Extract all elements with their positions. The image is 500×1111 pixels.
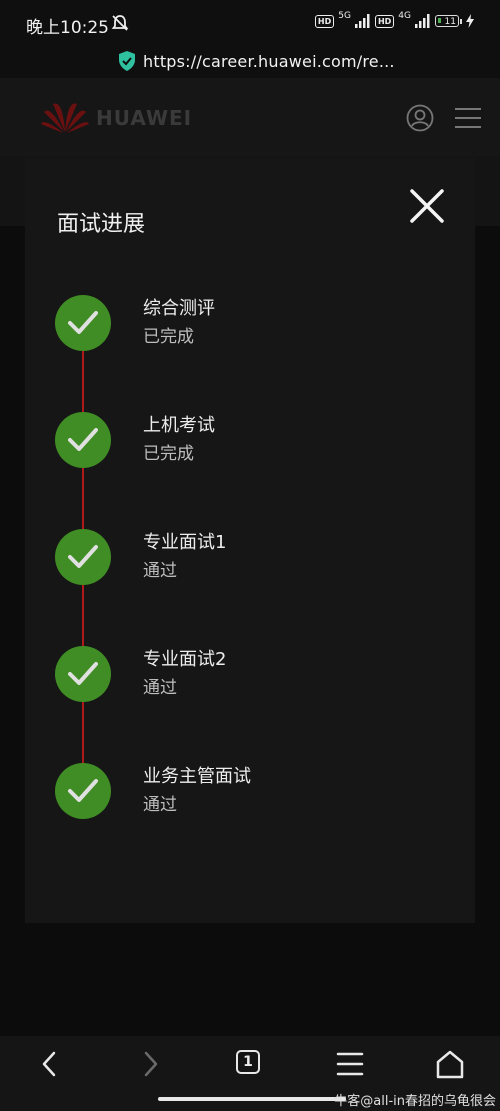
status-indicators: HD 5G HD 4G 11 <box>314 11 474 28</box>
battery-icon: 11 <box>435 15 462 27</box>
tabs-button[interactable]: 1 <box>236 1050 260 1074</box>
home-icon[interactable] <box>430 1048 470 1080</box>
step-status: 通过 <box>143 795 177 815</box>
progress-step: 综合测评 已完成 <box>55 295 455 355</box>
status-bar: 晚上10:25 HD 5G HD 4G 11 <box>0 0 500 48</box>
step-title: 综合测评 <box>143 298 215 319</box>
step-status: 通过 <box>143 561 177 581</box>
step-title: 上机考试 <box>143 415 215 436</box>
user-icon[interactable] <box>406 104 434 132</box>
page: 晚上10:25 HD 5G HD 4G 11 https://career.hu… <box>0 0 500 1111</box>
progress-step: 专业面试1 通过 <box>55 529 455 589</box>
back-icon[interactable] <box>30 1048 70 1080</box>
progress-step: 业务主管面试 通过 <box>55 763 455 823</box>
secure-shield-icon <box>119 51 135 71</box>
check-circle-icon <box>55 529 111 585</box>
check-circle-icon <box>55 646 111 702</box>
check-circle-icon <box>55 295 111 351</box>
huawei-logo-icon <box>41 103 89 133</box>
bell-muted-icon <box>111 15 129 31</box>
charging-icon <box>466 14 474 28</box>
progress-step: 专业面试2 通过 <box>55 646 455 706</box>
network-5g-label: 5G <box>338 11 351 21</box>
check-circle-icon <box>55 763 111 819</box>
menu-icon[interactable] <box>454 106 482 130</box>
hd-badge: HD <box>314 14 335 28</box>
step-title: 业务主管面试 <box>143 766 251 787</box>
menu-lines-icon[interactable] <box>330 1048 370 1080</box>
hd-badge-2: HD <box>374 14 395 28</box>
site-header: HUAWEI <box>0 78 500 156</box>
status-time: 晚上10:25 <box>26 18 109 38</box>
step-title: 专业面试1 <box>143 532 227 553</box>
address-bar[interactable]: https://career.huawei.com/re... <box>0 48 500 78</box>
step-status: 已完成 <box>143 327 194 347</box>
check-circle-icon <box>55 412 111 468</box>
url-text[interactable]: https://career.huawei.com/re... <box>143 52 395 71</box>
step-title: 专业面试2 <box>143 649 227 670</box>
interview-progress-modal: 面试进展 综合测评 已完成 上机考试 已完成 专业面试1 通过 专业面试2 通过… <box>25 158 475 923</box>
network-4g-label: 4G <box>398 11 411 21</box>
progress-step: 上机考试 已完成 <box>55 412 455 472</box>
signal-icon <box>354 14 370 28</box>
modal-title: 面试进展 <box>57 212 146 237</box>
battery-level: 11 <box>444 17 456 27</box>
logo-text: HUAWEI <box>96 106 193 130</box>
signal-icon-2 <box>415 14 430 28</box>
close-icon[interactable] <box>409 188 445 224</box>
step-status: 通过 <box>143 678 177 698</box>
home-indicator[interactable] <box>158 1097 346 1101</box>
watermark: 牛客@all-in春招的乌龟很会 <box>334 1094 496 1109</box>
step-status: 已完成 <box>143 444 194 464</box>
forward-icon[interactable] <box>130 1048 170 1080</box>
